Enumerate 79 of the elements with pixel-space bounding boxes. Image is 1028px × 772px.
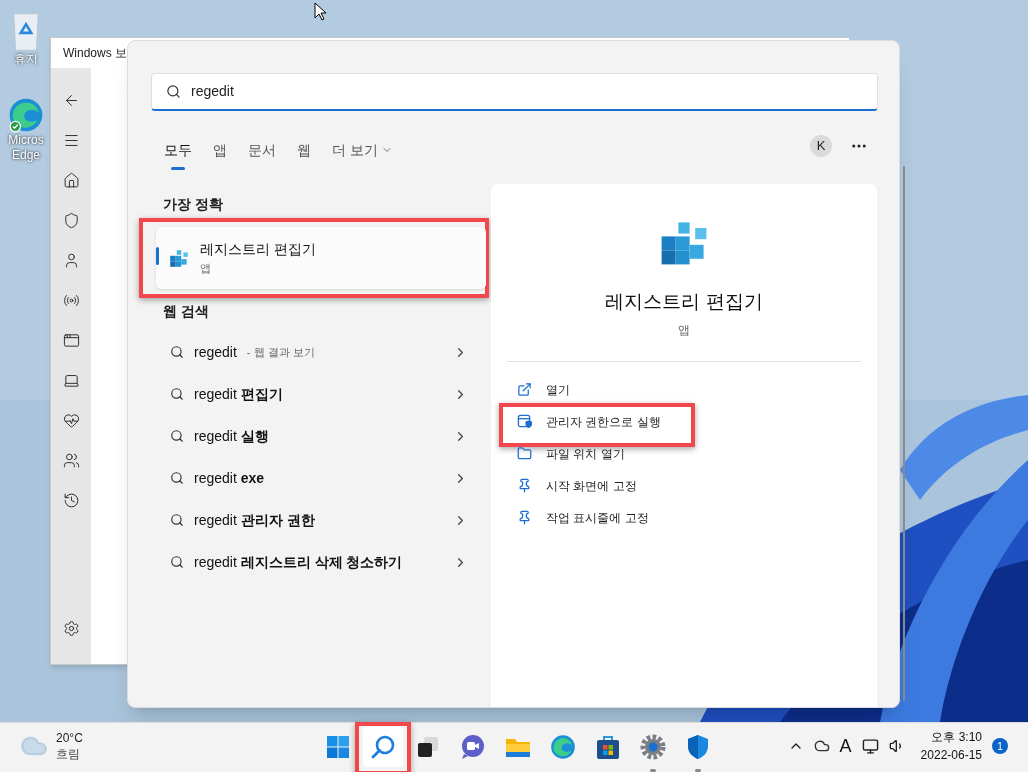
web-suggestion[interactable]: regedit 실행 xyxy=(156,415,478,457)
heart-pulse-icon[interactable] xyxy=(62,411,80,429)
input-indicator[interactable]: A xyxy=(839,732,852,760)
search-icon xyxy=(166,84,181,99)
suggestion-text: regedit 레지스트리 삭제 청소하기 xyxy=(194,552,403,572)
window-title: Windows 보 xyxy=(63,45,127,62)
edge-icon[interactable] xyxy=(8,97,44,133)
app-type: 앱 xyxy=(678,321,690,339)
search-icon xyxy=(170,513,184,527)
suggestion-text: regedit 실행 xyxy=(194,426,269,446)
search-icon xyxy=(170,429,184,443)
action-item[interactable]: 작업 표시줄에 고정 xyxy=(517,501,649,534)
filter-tab[interactable]: 문서 xyxy=(248,136,276,164)
pin-icon xyxy=(517,510,532,525)
best-match-item[interactable]: 레지스트리 편집기 앱 xyxy=(156,227,486,289)
web-suggestion[interactable]: regedit exe xyxy=(156,457,478,499)
web-suggestion[interactable]: regedit 레지스트리 삭제 청소하기 xyxy=(156,541,478,583)
search-icon xyxy=(170,471,184,485)
window-icon[interactable] xyxy=(62,331,80,349)
action-item[interactable]: 시작 화면에 고정 xyxy=(517,469,637,502)
clock-time: 오후 3:10 xyxy=(931,729,982,746)
search-icon xyxy=(170,345,184,359)
result-title: 레지스트리 편집기 xyxy=(200,240,316,260)
shield-window-icon xyxy=(517,414,532,429)
section-heading: 가장 정확 xyxy=(163,195,223,214)
selection-indicator xyxy=(156,247,159,265)
action-item[interactable]: 열기 xyxy=(517,373,570,406)
tab-indicator xyxy=(171,167,185,170)
search-icon xyxy=(370,734,396,760)
pin-icon xyxy=(517,478,532,493)
suggestion-note: - 웹 결과 보기 xyxy=(246,344,315,360)
store-icon xyxy=(596,734,620,760)
history-icon[interactable] xyxy=(62,491,80,509)
web-suggestion[interactable]: regedit 관리자 권한 xyxy=(156,499,478,541)
filter-tab[interactable]: 웹 xyxy=(297,136,311,164)
suggestion-text: regedit 편집기 xyxy=(194,384,283,404)
clock[interactable]: 오후 3:10 2022-06-15 xyxy=(920,728,982,764)
filter-tab[interactable]: 더 보기 xyxy=(332,136,393,164)
search-icon xyxy=(170,387,184,401)
app-title: 레지스트리 편집기 xyxy=(605,290,763,314)
search-input[interactable]: regedit xyxy=(191,81,877,102)
task-view-icon xyxy=(416,735,440,759)
folder-icon xyxy=(517,446,532,461)
shield-icon xyxy=(686,734,710,760)
cubes-icon xyxy=(168,247,190,269)
edge-icon xyxy=(550,734,576,760)
result-type: 앱 xyxy=(200,261,212,277)
web-suggestion[interactable]: regedit - 웹 결과 보기 xyxy=(156,331,478,373)
search-field[interactable]: regedit xyxy=(151,73,878,111)
chat-icon xyxy=(460,734,486,760)
filter-tab[interactable]: 앱 xyxy=(213,136,227,164)
action-item[interactable]: 파일 위치 열기 xyxy=(517,437,625,470)
avatar[interactable]: K xyxy=(810,135,832,157)
mouse-cursor-icon xyxy=(314,2,326,21)
clock-date: 2022-06-15 xyxy=(920,747,982,764)
section-heading: 웹 검색 xyxy=(163,302,209,321)
action-item[interactable]: 관리자 권한으로 실행 xyxy=(517,405,661,438)
filter-tab[interactable]: 모두 xyxy=(164,136,192,164)
settings-icon[interactable] xyxy=(62,619,80,637)
weather-temperature: 20°C xyxy=(56,730,83,746)
people-icon[interactable] xyxy=(62,451,80,469)
suggestion-text: regedit exe xyxy=(194,468,265,488)
network-icon[interactable] xyxy=(861,737,879,755)
suggestion-text: regedit xyxy=(194,342,237,362)
home-icon[interactable] xyxy=(62,171,80,189)
desktop-icon-label: Edge xyxy=(12,148,40,163)
weather-condition: 흐림 xyxy=(56,746,81,762)
suggestion-text: regedit 관리자 권한 xyxy=(194,510,315,530)
desktop-icon-label: Micros xyxy=(8,133,44,148)
desktop-icon-label: 휴지 xyxy=(14,52,38,67)
cloud-icon[interactable] xyxy=(813,738,830,754)
shield-icon[interactable] xyxy=(62,211,80,229)
windows-logo-icon xyxy=(326,735,350,759)
notification-badge[interactable]: 1 xyxy=(992,738,1008,754)
recycle-bin-icon[interactable] xyxy=(10,12,42,52)
web-suggestion[interactable]: regedit 편집기 xyxy=(156,373,478,415)
gear-icon xyxy=(640,734,666,760)
open-external-icon xyxy=(517,382,532,397)
search-icon xyxy=(170,555,184,569)
